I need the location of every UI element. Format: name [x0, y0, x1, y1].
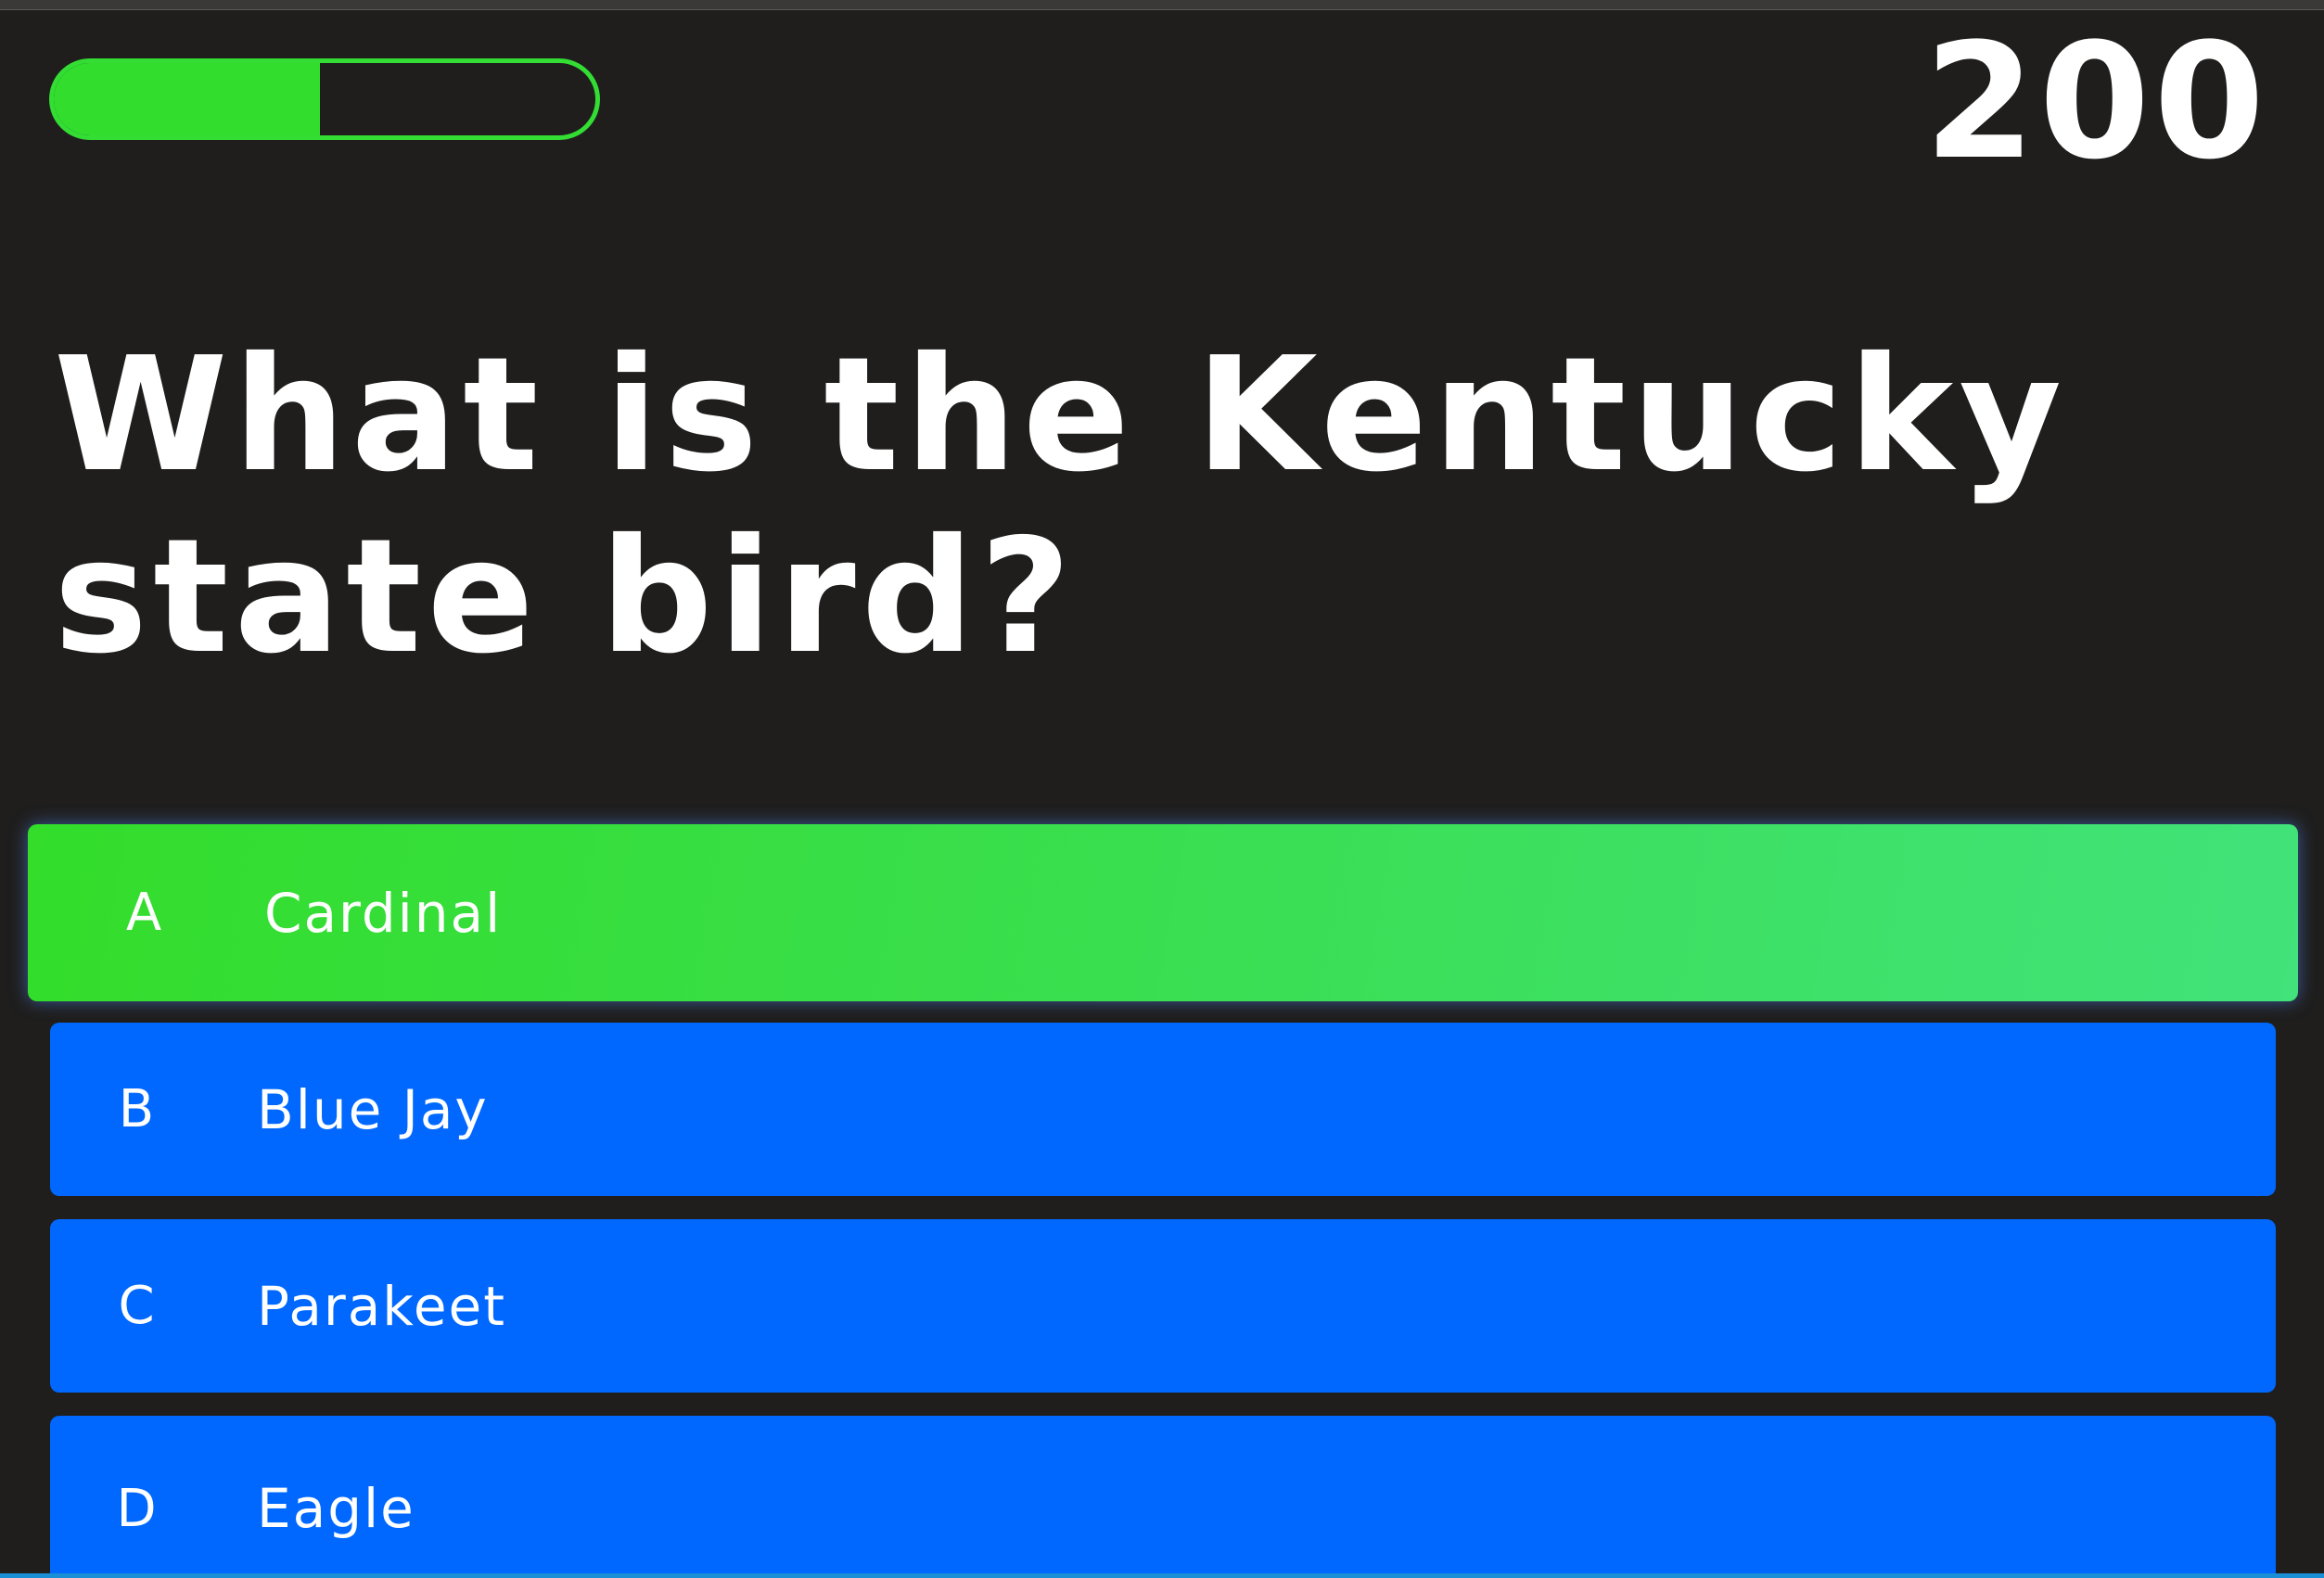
answer-option-c[interactable]: C Parakeet [50, 1219, 2276, 1393]
question-text: What is the Kentucky state bird? [54, 324, 2068, 689]
answer-letter: B [118, 1079, 155, 1139]
window-bottom-edge [0, 1573, 2324, 1578]
answer-list: A Cardinal B Blue Jay C Parakeet D Eagle [0, 0, 2324, 1578]
timer-progress-fill [54, 63, 325, 135]
answer-option-a[interactable]: A Cardinal [28, 824, 2298, 1001]
answer-letter: D [116, 1478, 157, 1539]
answer-option-d[interactable]: D Eagle [50, 1416, 2276, 1578]
answer-label: Eagle [257, 1477, 415, 1540]
score-display: 200 [1923, 8, 2268, 195]
answer-label: Cardinal [264, 881, 503, 945]
answer-letter: A [125, 883, 162, 943]
answer-letter: C [118, 1276, 155, 1336]
answer-label: Blue Jay [257, 1077, 489, 1141]
answer-option-b[interactable]: B Blue Jay [50, 1023, 2276, 1196]
answer-label: Parakeet [257, 1274, 506, 1338]
timer-progress-bar [49, 58, 600, 140]
